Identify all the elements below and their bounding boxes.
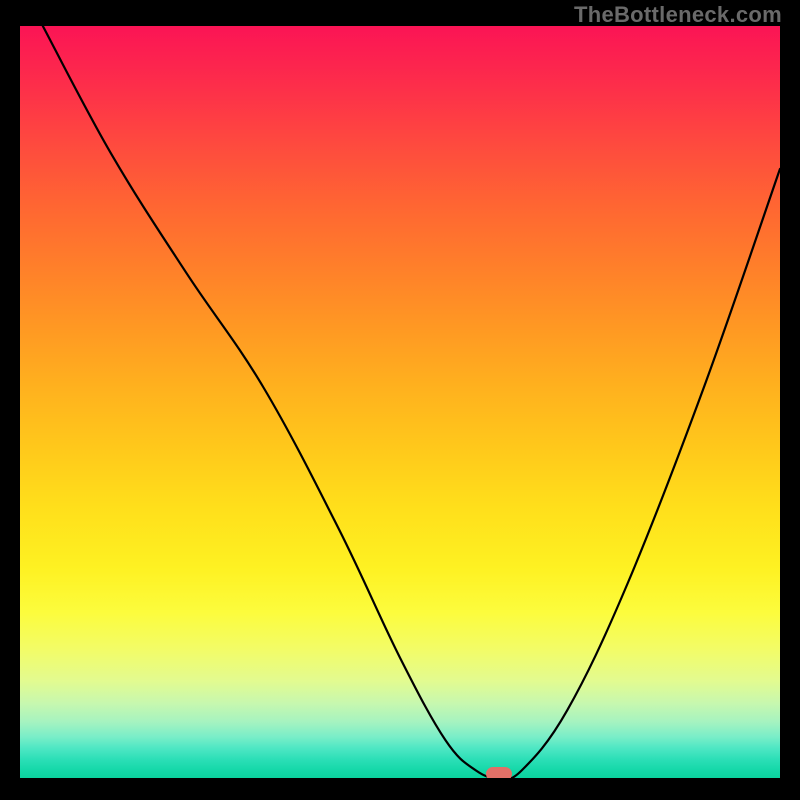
curve-path xyxy=(43,26,780,778)
optimal-point-marker xyxy=(486,767,512,778)
bottleneck-curve xyxy=(20,26,780,778)
chart-frame: TheBottleneck.com xyxy=(0,0,800,800)
watermark-text: TheBottleneck.com xyxy=(574,2,782,28)
plot-area xyxy=(20,26,780,778)
